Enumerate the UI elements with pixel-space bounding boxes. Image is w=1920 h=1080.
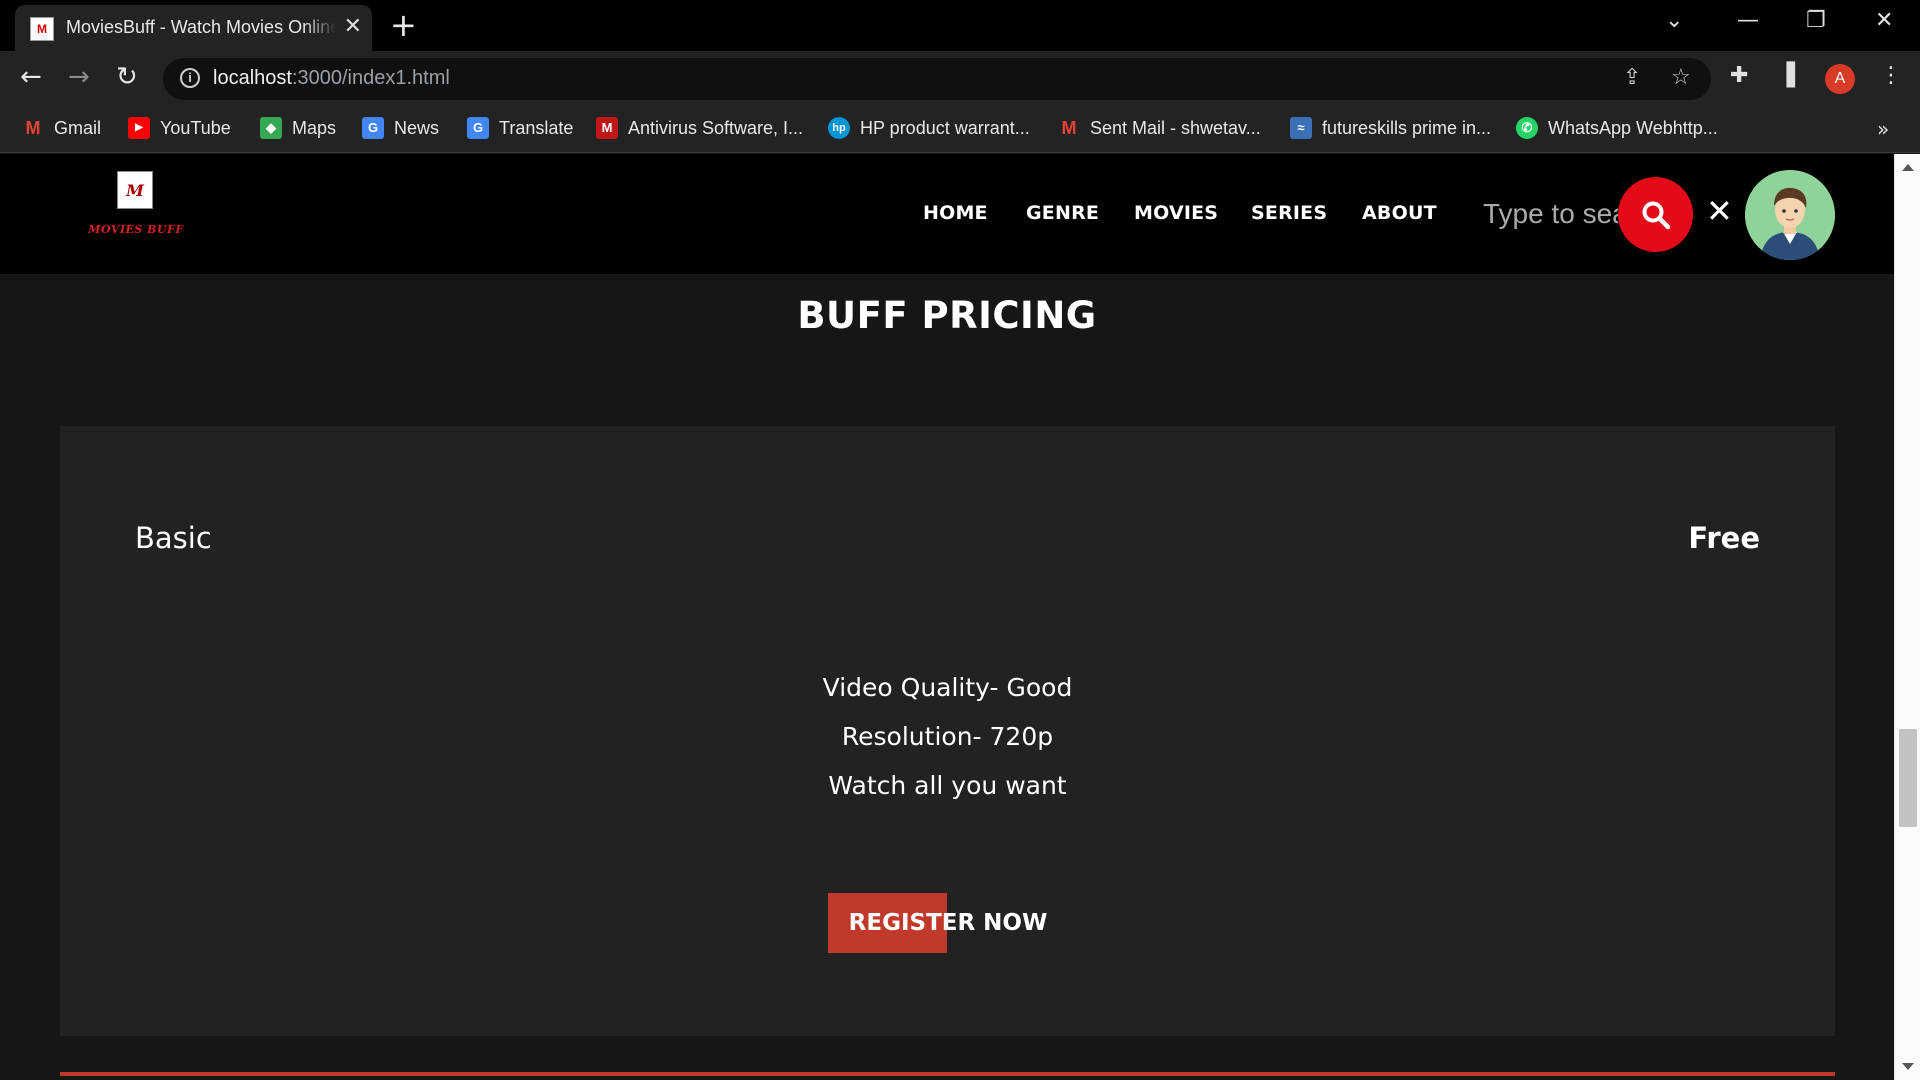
bookmark-sent-mail[interactable]: M Sent Mail - shwetav...	[1058, 117, 1261, 139]
site-favicon-icon: M	[30, 17, 54, 41]
page-scrollbar[interactable]	[1894, 154, 1920, 1080]
tab-search-icon[interactable]: ⌄	[1665, 8, 1683, 33]
site-header: M MOVIES BUFF HOME GENRE MOVIES SERIES A…	[0, 154, 1894, 274]
site-info-icon[interactable]: i	[180, 68, 200, 88]
bookmark-antivirus[interactable]: M Antivirus Software, I...	[596, 117, 803, 139]
next-card-border	[60, 1072, 1835, 1076]
bookmark-gmail[interactable]: M Gmail	[22, 117, 102, 139]
back-button[interactable]: ←	[20, 62, 42, 92]
extensions-icon[interactable]: ✚	[1730, 63, 1748, 88]
register-button-label: REGISTER NOW	[848, 910, 1048, 936]
feature-item: Watch all you want	[828, 771, 1067, 800]
minimize-button[interactable]: —	[1737, 8, 1759, 33]
register-now-button[interactable]: REGISTER NOW	[828, 893, 1068, 953]
scroll-thumb[interactable]	[1899, 729, 1917, 827]
nav-genre[interactable]: GENRE	[1026, 202, 1099, 224]
browser-toolbar: ← → ↻ i localhost:3000/index1.html ⇪ ☆ ✚…	[0, 51, 1920, 106]
scroll-up-icon[interactable]	[1902, 164, 1914, 171]
new-tab-button[interactable]: +	[390, 8, 417, 42]
search-button[interactable]	[1618, 177, 1693, 252]
bookmark-hp[interactable]: hp HP product warrant...	[828, 117, 1030, 139]
share-icon[interactable]: ⇪	[1623, 65, 1641, 90]
bookmarks-bar: M Gmail ▶ YouTube ◆ Maps G News G Translate M…	[0, 106, 1920, 153]
section-title: BUFF PRICING	[797, 294, 1097, 337]
tab-close-icon[interactable]: ✕	[344, 14, 362, 40]
nav-home[interactable]: HOME	[923, 202, 988, 224]
plan-price: Free	[1688, 521, 1760, 555]
search-input[interactable]	[1483, 192, 1618, 236]
user-avatar[interactable]	[1745, 170, 1835, 260]
feature-item: Resolution- 720p	[841, 722, 1054, 751]
forward-button[interactable]: →	[68, 62, 90, 92]
side-panel-icon[interactable]: ▐	[1778, 63, 1795, 88]
pricing-card: Basic Free Video Quality- Good Resolutio…	[60, 426, 1835, 1036]
browser-tab[interactable]: M MoviesBuff - Watch Movies Online ✕	[15, 5, 372, 51]
scroll-down-icon[interactable]	[1902, 1063, 1914, 1070]
bookmark-news[interactable]: G News	[362, 117, 439, 139]
whatsapp-icon: ✆	[1516, 117, 1538, 139]
close-window-button[interactable]: ✕	[1875, 8, 1893, 33]
futureskills-icon: ≈	[1290, 117, 1312, 139]
reload-button[interactable]: ↻	[116, 62, 138, 92]
bookmark-maps[interactable]: ◆ Maps	[260, 117, 336, 139]
bookmark-youtube[interactable]: ▶ YouTube	[128, 117, 231, 139]
search-icon	[1642, 201, 1671, 230]
user-avatar-icon	[1745, 170, 1835, 260]
more-bookmarks-icon[interactable]: »	[1877, 117, 1889, 141]
youtube-icon: ▶	[128, 117, 150, 139]
bookmark-translate[interactable]: G Translate	[467, 117, 573, 139]
nav-about[interactable]: ABOUT	[1362, 202, 1437, 224]
address-bar[interactable]: i localhost:3000/index1.html ⇪ ☆	[163, 58, 1711, 100]
news-icon: G	[362, 117, 384, 139]
profile-avatar[interactable]: A	[1825, 64, 1855, 94]
bookmark-whatsapp[interactable]: ✆ WhatsApp Webhttp...	[1516, 117, 1718, 139]
url-text[interactable]: localhost:3000/index1.html	[213, 67, 450, 90]
logo-text: MOVIES BUFF	[88, 223, 184, 236]
feature-item: Video Quality- Good	[822, 673, 1073, 702]
translate-icon: G	[467, 117, 489, 139]
nav-series[interactable]: SERIES	[1251, 202, 1327, 224]
gmail-icon: M	[1061, 118, 1077, 138]
plan-name: Basic	[135, 521, 212, 555]
logo-mark-icon: M	[117, 171, 153, 209]
hp-icon: hp	[828, 117, 850, 139]
bookmark-star-icon[interactable]: ☆	[1671, 65, 1691, 90]
maps-icon: ◆	[260, 117, 282, 139]
plan-features: Video Quality- Good Resolution- 720p Wat…	[60, 663, 1835, 810]
restore-button[interactable]: ❐	[1806, 8, 1826, 33]
nav-movies[interactable]: MOVIES	[1134, 202, 1218, 224]
page-viewport: M MOVIES BUFF HOME GENRE MOVIES SERIES A…	[0, 154, 1894, 1080]
gmail-icon: M	[25, 118, 41, 138]
menu-icon[interactable]: ⋮	[1880, 63, 1902, 88]
browser-titlebar: M MoviesBuff - Watch Movies Online ✕ + ⌄…	[0, 0, 1920, 51]
bookmark-futureskills[interactable]: ≈ futureskills prime in...	[1290, 117, 1491, 139]
tab-title: MoviesBuff - Watch Movies Online	[66, 17, 336, 37]
close-search-icon[interactable]: ✕	[1706, 192, 1733, 230]
mcafee-icon: M	[596, 117, 618, 139]
site-logo[interactable]: M MOVIES BUFF	[84, 171, 188, 241]
